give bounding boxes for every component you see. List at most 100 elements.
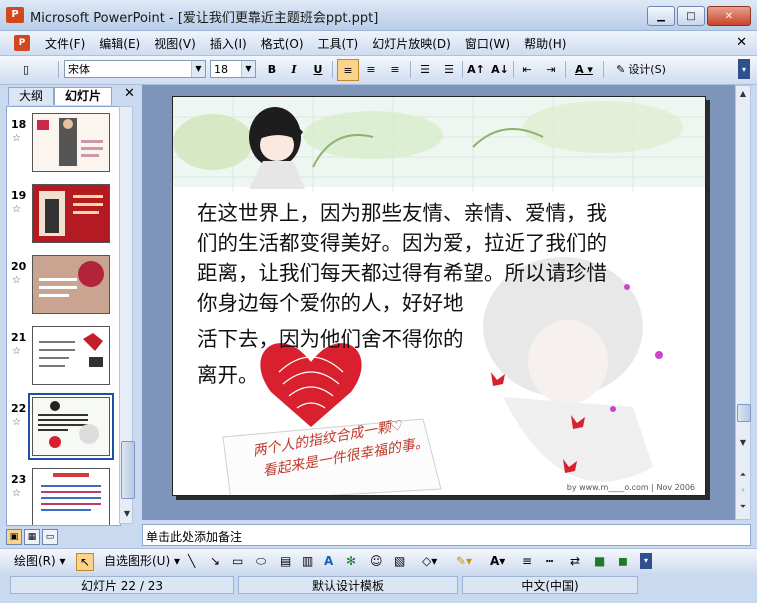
toolbar-separator [462,61,463,78]
current-slide[interactable]: 在这世界上，因为那些友情、亲情、爱情，我 们的生活都变得美好。因为爱，拉近了我们… [172,96,706,496]
menu-tools[interactable]: 工具(T) [311,35,366,52]
slide-body-text[interactable]: 在这世界上，因为那些友情、亲情、爱情，我 们的生活都变得美好。因为爱，拉近了我们… [197,198,679,390]
scroll-down-icon[interactable]: ▼ [120,507,134,521]
shadow-icon[interactable]: ■ [594,553,605,569]
next-slide-icon[interactable]: ⏷ [736,500,750,514]
thumbnail-slide-19[interactable]: 19 ☆ [7,184,120,250]
increase-font-icon[interactable]: A↑ [466,59,486,79]
slide-sorter-icon[interactable]: ▦ [24,529,40,545]
normal-view-icon[interactable]: ▣ [6,529,22,545]
autoshapes-button[interactable]: 自选图形(U) ▾ [104,553,180,569]
slide-thumbnail-image[interactable] [32,184,110,243]
font-name-value: 宋体 [68,63,90,76]
pane-tabs: 大纲 幻灯片 ✕ [6,85,135,105]
vertical-textbox-icon[interactable]: ▥ [302,553,313,569]
thumbnail-slide-22[interactable]: 22 ☆ [7,393,120,463]
slide-scrollbar[interactable]: ▲ ▼ ⏶ ◦ ⏷ [735,85,751,520]
toolbar-options-icon[interactable]: ▾ [738,59,750,79]
slide-thumbnail-image[interactable] [32,113,110,172]
arrow-style-icon[interactable]: ⇄ [570,553,580,569]
scroll-down-icon[interactable]: ▼ [736,436,750,450]
arrow-icon[interactable]: ↘ [210,553,220,569]
scrollbar-thumb[interactable] [737,404,751,422]
menu-format[interactable]: 格式(O) [254,35,311,52]
minimize-button[interactable]: ▁ [647,6,675,26]
align-center-icon[interactable]: ≡ [361,59,381,79]
picture-icon[interactable]: ▧ [394,553,405,569]
slide-thumbnail-image[interactable] [32,326,110,385]
new-document-icon[interactable]: ▯ [16,59,36,79]
close-icon[interactable]: ✕ [124,86,135,101]
toolbar-separator [603,61,604,78]
line-color-icon[interactable]: ✎▾ [456,553,472,569]
thumbnail-slide-21[interactable]: 21 ☆ [7,326,120,392]
status-language: 中文(中国) [462,576,638,594]
status-template[interactable]: 默认设计模板 [238,576,458,594]
slide-thumbnail-image[interactable] [28,393,114,460]
line-icon[interactable]: ╲ [188,553,195,569]
font-color-icon[interactable]: A▾ [490,553,505,569]
powerpoint-icon[interactable]: P [6,7,24,23]
decrease-indent-icon[interactable]: ⇤ [517,59,537,79]
design-button[interactable]: ✎ 设计(S) [609,59,673,79]
thumbnails-scrollbar[interactable]: ▼ [119,106,135,524]
wordart-icon[interactable]: A [324,553,333,569]
notes-pane[interactable]: 单击此处添加备注 [142,524,751,546]
menu-help[interactable]: 帮助(H) [517,35,573,52]
previous-slide-icon[interactable]: ⏶ [736,468,750,482]
line-style-icon[interactable]: ≡ [522,553,532,569]
select-object-icon[interactable]: ◦ [736,484,750,498]
font-size-select[interactable]: 18 ▼ [210,60,256,78]
menu-file[interactable]: 文件(F) [38,35,92,52]
status-slide-position: 幻灯片 22 / 23 [10,576,234,594]
underline-button[interactable]: U [310,59,326,79]
thumbnail-slide-20[interactable]: 20 ☆ [7,255,120,321]
rectangle-icon[interactable]: ▭ [232,553,243,569]
close-button[interactable]: ✕ [707,6,751,26]
menu-slideshow[interactable]: 幻灯片放映(D) [365,35,458,52]
font-color-icon[interactable]: A ▾ [570,59,598,79]
scroll-up-icon[interactable]: ▲ [736,87,750,101]
draw-menu-button[interactable]: 绘图(R) ▾ [14,553,66,569]
menu-edit[interactable]: 编辑(E) [92,35,147,52]
slide-thumbnail-image[interactable] [32,255,110,314]
thumbnail-graphic [33,114,109,171]
fill-color-icon[interactable]: ◇▾ [422,553,437,569]
slideshow-icon[interactable]: ▭ [42,529,58,545]
document-icon[interactable]: P [14,35,30,51]
dash-style-icon[interactable]: ┅ [546,553,553,569]
align-right-icon[interactable]: ≡ [385,59,405,79]
clipart-icon[interactable]: ☺ [370,553,383,569]
toolbar-options-icon[interactable]: ▾ [640,553,652,569]
decrease-font-icon[interactable]: A↓ [490,59,510,79]
tab-outline[interactable]: 大纲 [8,87,54,105]
document-close-icon[interactable]: ✕ [736,35,747,50]
font-name-select[interactable]: 宋体 ▼ [64,60,206,78]
slide-thumbnail-image[interactable] [32,468,110,525]
italic-button[interactable]: I [286,59,302,79]
slide-text-line: 活下去，因为他们舍不得你的 [197,327,464,351]
thumbnail-slide-18[interactable]: 18 ☆ [7,113,120,179]
tab-slides[interactable]: 幻灯片 [54,87,112,105]
bullet-list-icon[interactable]: ☰ [439,59,459,79]
select-pointer-icon[interactable]: ↖ [76,553,94,571]
menu-window[interactable]: 窗口(W) [458,35,517,52]
window-controls: ▁ □ ✕ [645,6,751,26]
menu-insert[interactable]: 插入(I) [203,35,254,52]
chevron-down-icon[interactable]: ▼ [191,61,205,77]
3d-style-icon[interactable]: ◼ [618,553,628,569]
star-icon: ☆ [12,275,21,286]
increase-indent-icon[interactable]: ⇥ [541,59,561,79]
chevron-down-icon[interactable]: ▼ [241,61,255,77]
bold-button[interactable]: B [264,59,280,79]
oval-icon[interactable]: ⬭ [256,553,266,569]
scrollbar-thumb[interactable] [121,441,135,499]
menu-view[interactable]: 视图(V) [147,35,203,52]
diagram-icon[interactable]: ✻ [346,553,356,569]
thumbnail-slide-23[interactable]: 23 ☆ [7,468,120,525]
align-left-icon[interactable]: ≡ [337,59,359,81]
textbox-icon[interactable]: ▤ [280,553,291,569]
numbered-list-icon[interactable]: ☰ [415,59,435,79]
notes-placeholder[interactable]: 单击此处添加备注 [146,528,242,545]
maximize-button[interactable]: □ [677,6,705,26]
